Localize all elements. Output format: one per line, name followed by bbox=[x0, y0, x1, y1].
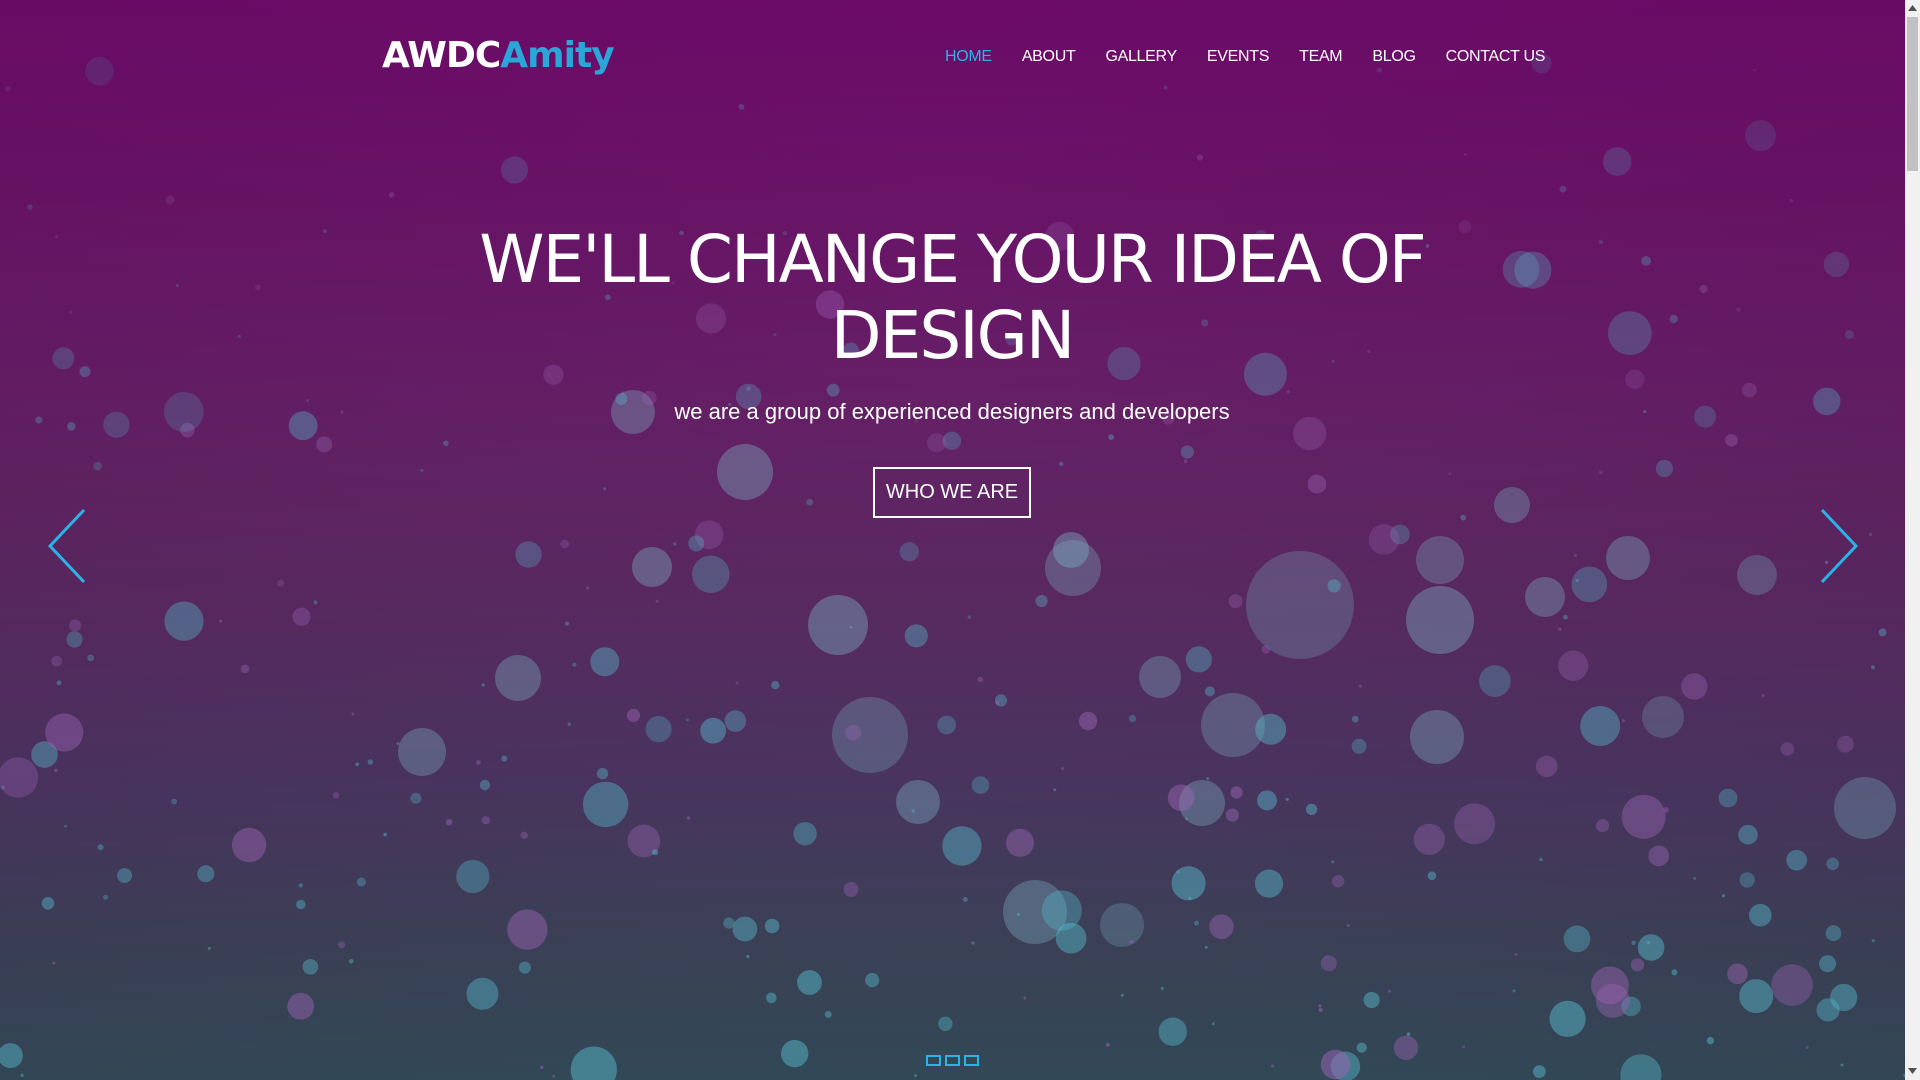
slider-next-button[interactable] bbox=[1817, 508, 1859, 584]
chevron-left-icon bbox=[47, 508, 86, 584]
slider-pagination bbox=[926, 1055, 979, 1066]
site-header: AWDCAmity HOME ABOUT GALLERY EVENTS TEAM… bbox=[0, 0, 1905, 115]
slider-dot-3[interactable] bbox=[964, 1055, 979, 1066]
nav-item-about[interactable]: ABOUT bbox=[1022, 46, 1076, 68]
slider-prev-button[interactable] bbox=[47, 508, 89, 584]
slider-dot-2[interactable] bbox=[945, 1055, 960, 1066]
nav-item-contact-us[interactable]: CONTACT US bbox=[1446, 46, 1546, 68]
scrollbar-thumb[interactable] bbox=[1907, 17, 1918, 171]
main-nav: HOME ABOUT GALLERY EVENTS TEAM BLOG CONT… bbox=[945, 46, 1545, 68]
scroll-down-arrow-icon bbox=[1908, 1068, 1917, 1074]
nav-item-blog[interactable]: BLOG bbox=[1372, 46, 1416, 68]
nav-item-gallery[interactable]: GALLERY bbox=[1105, 46, 1177, 68]
hero-headline: WE'LL CHANGE YOUR IDEA OF DESIGN bbox=[402, 222, 1502, 374]
nav-item-events[interactable]: EVENTS bbox=[1207, 46, 1270, 68]
page: AWDCAmity HOME ABOUT GALLERY EVENTS TEAM… bbox=[0, 0, 1920, 1080]
nav-item-home[interactable]: HOME bbox=[945, 46, 992, 68]
logo-text-accent: Amity bbox=[500, 35, 614, 76]
hero-slider: AWDCAmity HOME ABOUT GALLERY EVENTS TEAM… bbox=[0, 0, 1905, 1080]
site-logo[interactable]: AWDCAmity bbox=[382, 32, 615, 80]
logo-text-primary: AWDC bbox=[382, 35, 501, 76]
who-we-are-button[interactable]: WHO WE ARE bbox=[873, 467, 1031, 518]
hero-subheadline: we are a group of experienced designers … bbox=[674, 399, 1230, 424]
hero-headline-line1: WE'LL CHANGE YOUR IDEA OF bbox=[479, 221, 1427, 298]
slider-dot-1[interactable] bbox=[926, 1055, 941, 1066]
scroll-up-arrow-icon bbox=[1908, 5, 1917, 11]
scroll-up-button[interactable] bbox=[1905, 0, 1920, 17]
vertical-scrollbar[interactable] bbox=[1905, 0, 1920, 1080]
chevron-right-icon bbox=[1820, 508, 1859, 584]
scroll-down-button[interactable] bbox=[1905, 1063, 1920, 1080]
hero-headline-line2: DESIGN bbox=[830, 297, 1075, 374]
bokeh-background bbox=[0, 53, 1905, 1080]
nav-item-team[interactable]: TEAM bbox=[1299, 46, 1343, 68]
